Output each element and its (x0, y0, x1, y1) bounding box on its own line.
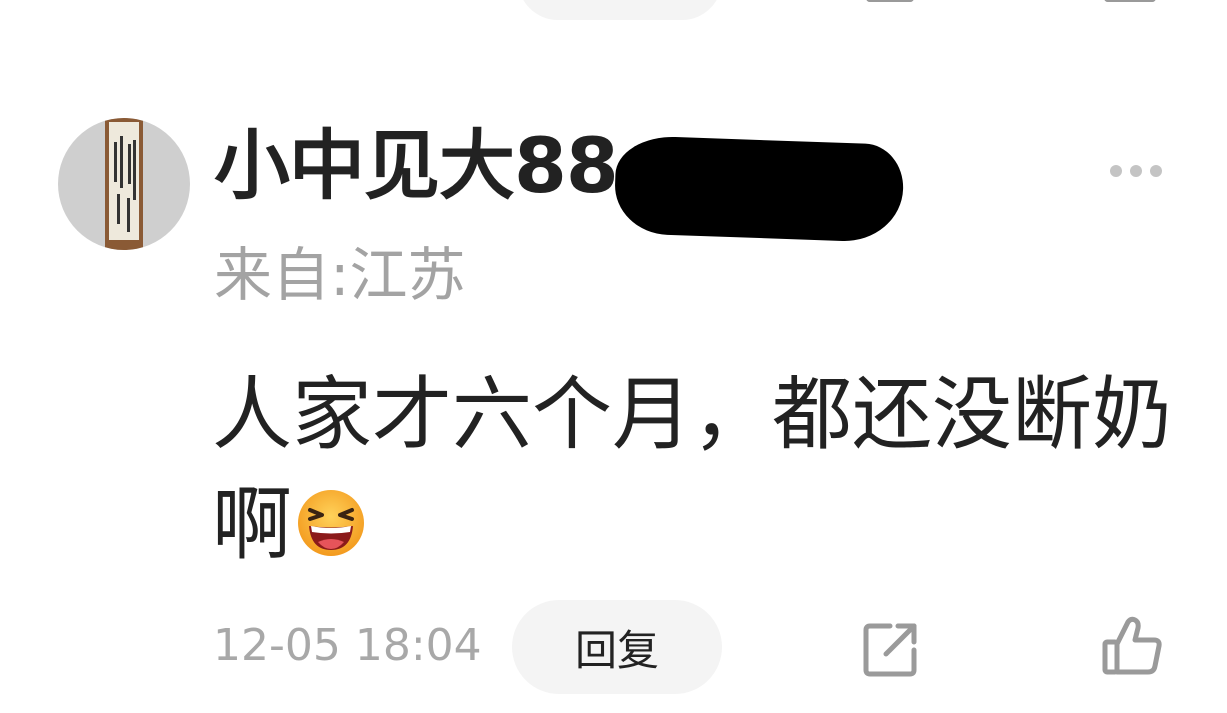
laughing-face-emoji-icon (296, 476, 366, 556)
location-label: 来自:江苏 (214, 241, 466, 309)
avatar-calligraphy-paper (109, 122, 139, 240)
username[interactable]: 小中见大88 (214, 128, 619, 204)
reply-button-label: 回复 (574, 625, 659, 675)
share-icon[interactable] (860, 618, 922, 680)
previous-share-icon[interactable] (866, 0, 914, 2)
previous-reply-button[interactable] (518, 0, 722, 20)
reply-button[interactable]: 回复 (512, 600, 722, 694)
comment-page: 小中见大88 来自:江苏 人家才六个月，都还没断奶啊 12-05 18:04 回… (0, 0, 1227, 713)
redaction-mark (613, 135, 905, 243)
thumbs-up-icon[interactable] (1100, 614, 1164, 678)
timestamp: 12-05 18:04 (213, 620, 482, 671)
comment-text-block: 人家才六个月，都还没断奶啊 (212, 360, 1172, 580)
previous-like-icon[interactable] (1104, 0, 1156, 2)
more-dots-icon[interactable] (1110, 165, 1162, 177)
avatar[interactable] (58, 118, 190, 250)
